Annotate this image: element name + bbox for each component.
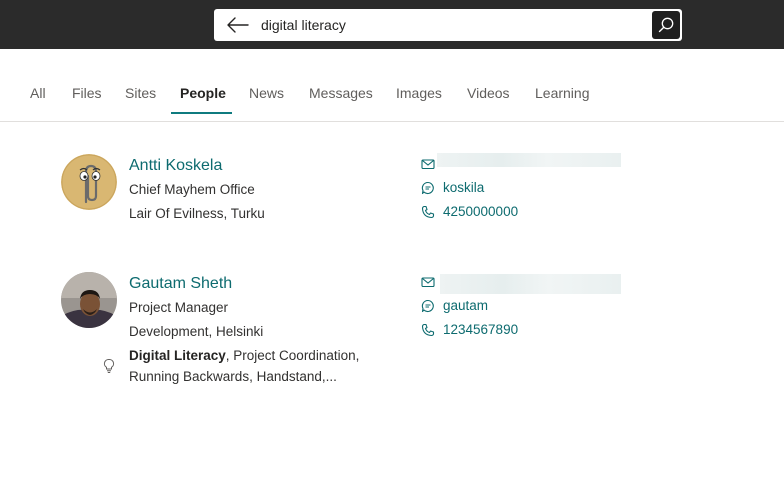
person-name[interactable]: Gautam Sheth [129, 275, 232, 293]
phone-icon [421, 323, 435, 337]
tab-files[interactable]: Files [72, 85, 102, 101]
person-skills: Digital Literacy, Project Coordination, [129, 348, 359, 363]
chat-handle[interactable]: koskila [443, 180, 484, 195]
active-tab-indicator [171, 112, 232, 114]
avatar[interactable] [61, 272, 117, 328]
chat-icon [421, 299, 434, 313]
tab-videos[interactable]: Videos [467, 85, 510, 101]
vertical-tabs: All Files Sites People News Messages Ima… [0, 49, 784, 122]
tab-news[interactable]: News [249, 85, 284, 101]
mail-icon [421, 159, 435, 170]
person-name[interactable]: Antti Koskela [129, 157, 222, 175]
person-title: Project Manager [129, 300, 229, 315]
redacted-email [437, 153, 621, 167]
person-skills-more: Running Backwards, Handstand,... [129, 369, 337, 384]
phone-number[interactable]: 1234567890 [443, 322, 518, 337]
chat-handle[interactable]: gautam [443, 298, 488, 313]
person-location: Lair Of Evilness, Turku [129, 206, 265, 221]
tab-learning[interactable]: Learning [535, 85, 590, 101]
phone-icon [421, 205, 435, 219]
search-input[interactable] [261, 17, 641, 33]
clippy-avatar [61, 154, 117, 210]
arrow-left-icon[interactable] [224, 15, 250, 35]
phone-number[interactable]: 4250000000 [443, 204, 518, 219]
skills-text: , Project Coordination, [225, 348, 360, 363]
search-button[interactable] [652, 11, 680, 39]
chat-icon [421, 181, 434, 195]
tab-all[interactable]: All [30, 85, 46, 101]
tab-people[interactable]: People [180, 85, 226, 101]
tab-sites[interactable]: Sites [125, 85, 156, 101]
person-title: Chief Mayhem Office [129, 182, 255, 197]
top-bar [0, 0, 784, 49]
person-location: Development, Helsinki [129, 324, 264, 339]
mail-icon [421, 277, 435, 288]
tab-messages[interactable]: Messages [309, 85, 373, 101]
tab-images[interactable]: Images [396, 85, 442, 101]
lightbulb-icon [103, 359, 115, 373]
avatar[interactable] [61, 154, 117, 210]
photo-avatar [61, 272, 117, 328]
skill-highlight: Digital Literacy [129, 348, 226, 363]
search-box[interactable] [214, 9, 682, 41]
redacted-email [440, 274, 621, 294]
search-icon [658, 17, 674, 33]
